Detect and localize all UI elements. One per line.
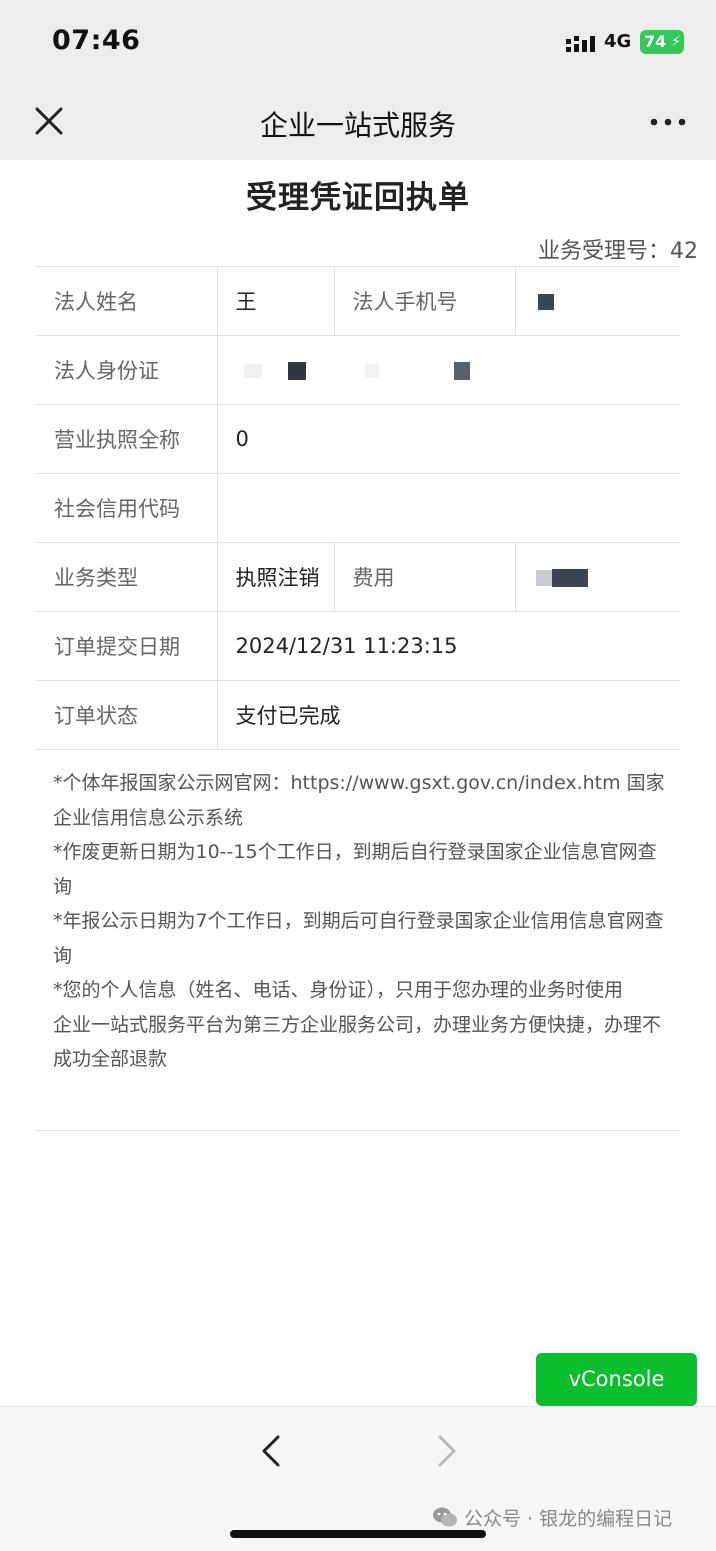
fee-label: 费用 — [333, 542, 515, 612]
redaction-mask — [537, 294, 554, 310]
credit-code-label: 社会信用代码 — [36, 473, 217, 543]
business-type-value: 执照注销 — [216, 542, 334, 612]
notes-section: *个体年报国家公示网官网：https://www.gsxt.gov.cn/ind… — [53, 766, 673, 1077]
fee-value — [514, 542, 680, 612]
nav-title: 企业一站式服务 — [259, 109, 456, 142]
more-options-icon[interactable] — [648, 116, 688, 128]
wechat-icon — [433, 1507, 457, 1527]
note-item: 企业一站式服务平台为第三方企业服务公司，办理业务方便快捷，办理不成功全部退款 — [53, 1013, 662, 1071]
legal-phone-value — [514, 266, 680, 336]
vconsole-button[interactable]: vConsole — [536, 1353, 697, 1406]
table-row: 社会信用代码 — [36, 473, 680, 543]
nav-bar: 企业一站式服务 — [0, 84, 716, 160]
status-bar: 07:46 4G 74 ⚡ — [0, 0, 716, 84]
order-status-value: 支付已完成 — [216, 680, 680, 750]
redaction-mask — [551, 569, 588, 587]
battery-level: 74 — [644, 32, 667, 51]
bottom-toolbar: 公众号 · 银龙的编程日记 — [0, 1406, 716, 1551]
document-title: 受理凭证回执单 — [246, 180, 470, 216]
back-arrow-icon[interactable] — [258, 1434, 284, 1468]
battery-indicator: 74 ⚡ — [640, 30, 684, 54]
legal-id-label: 法人身份证 — [36, 335, 217, 405]
receipt-table: 法人姓名 王 法人手机号 法人身份证 营业执照全称 0 社会信用代码 业务类型 … — [36, 266, 680, 750]
note-item: *作废更新日期为10--15个工作日，到期后自行登录国家企业信息官网查询 — [53, 841, 657, 898]
signal-icon — [566, 36, 595, 52]
redaction-mask — [243, 364, 262, 378]
legal-name-value: 王 — [216, 266, 334, 336]
credit-code-value — [216, 473, 680, 543]
table-row: 订单状态 支付已完成 — [36, 680, 680, 750]
redaction-mask — [364, 364, 379, 378]
note-item: *个体年报国家公示网官网：https://www.gsxt.gov.cn/ind… — [53, 772, 665, 829]
redaction-mask — [453, 362, 470, 380]
table-row: 营业执照全称 0 — [36, 404, 680, 474]
status-time: 07:46 — [52, 25, 141, 56]
legal-name-label: 法人姓名 — [36, 266, 217, 336]
legal-id-value — [216, 335, 680, 405]
network-type: 4G — [604, 31, 632, 52]
license-name-value: 0 — [216, 404, 680, 474]
charging-bolt-icon: ⚡ — [671, 34, 681, 50]
table-row: 法人姓名 王 法人手机号 — [36, 266, 680, 336]
license-name-label: 营业执照全称 — [36, 404, 217, 474]
business-type-label: 业务类型 — [36, 542, 217, 612]
submit-date-label: 订单提交日期 — [36, 611, 217, 681]
redaction-mask — [288, 362, 307, 380]
order-number: 业务受理号：42 — [538, 239, 698, 264]
watermark-text: 公众号 · 银龙的编程日记 — [464, 1508, 673, 1530]
submit-date-value: 2024/12/31 11:23:15 — [216, 611, 680, 681]
table-row: 法人身份证 — [36, 335, 680, 405]
note-item: *年报公示日期为7个工作日，到期后可自行登录国家企业信用信息官网查询 — [53, 910, 664, 967]
order-status-label: 订单状态 — [36, 680, 217, 750]
redaction-mask — [535, 570, 552, 586]
table-row: 订单提交日期 2024/12/31 11:23:15 — [36, 611, 680, 681]
note-item: *您的个人信息（姓名、电话、身份证），只用于您办理的业务时使用 — [53, 979, 624, 1001]
home-indicator — [230, 1530, 486, 1538]
watermark: 公众号 · 银龙的编程日记 — [432, 1504, 672, 1531]
table-row: 业务类型 执照注销 费用 — [36, 542, 680, 612]
legal-phone-label: 法人手机号 — [333, 266, 515, 336]
divider — [36, 1130, 680, 1131]
forward-arrow-icon[interactable] — [434, 1434, 460, 1468]
